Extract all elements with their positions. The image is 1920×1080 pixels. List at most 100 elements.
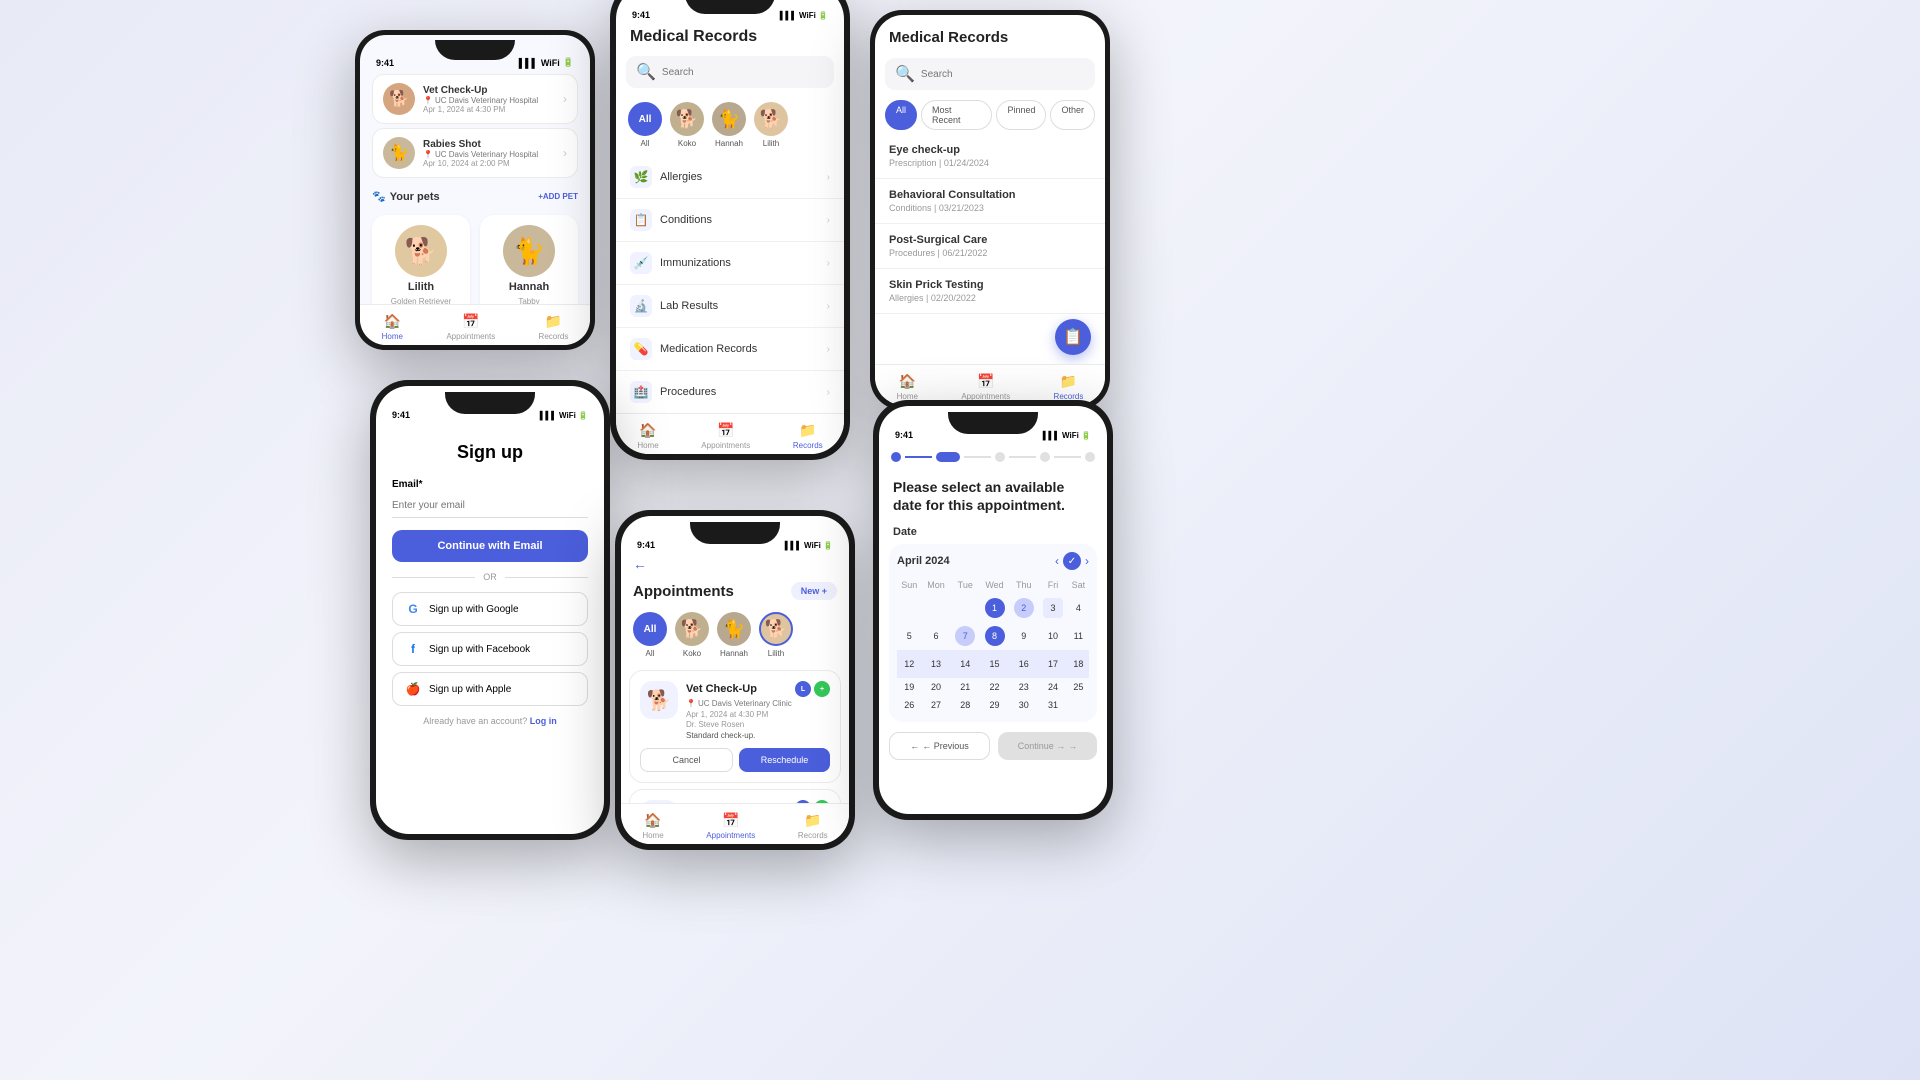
med-nav-home[interactable]: 🏠 Home bbox=[637, 422, 658, 450]
cal-day-4[interactable]: 4 bbox=[1068, 594, 1089, 622]
cal-day-7[interactable]: 7 bbox=[951, 622, 980, 650]
cal-day-5[interactable]: 5 bbox=[897, 622, 921, 650]
cat-lab[interactable]: 🔬 Lab Results › bbox=[616, 285, 844, 328]
records-search-input[interactable] bbox=[921, 69, 1085, 80]
cat-immunizations[interactable]: 💉 Immunizations › bbox=[616, 242, 844, 285]
appt-pet-lilith[interactable]: 🐕 Lilith bbox=[759, 612, 793, 658]
cal-day-26[interactable]: 26 bbox=[897, 696, 921, 714]
medical-search[interactable]: 🔍 bbox=[626, 56, 834, 88]
notch-medical bbox=[685, 0, 775, 14]
cal-day-23[interactable]: 23 bbox=[1009, 678, 1038, 696]
med-nav-records[interactable]: 📁 Records bbox=[793, 422, 823, 450]
continue-btn[interactable]: Continue → → bbox=[998, 732, 1097, 760]
rec-nav-records[interactable]: 📁 Records bbox=[1054, 373, 1084, 401]
cat-medication[interactable]: 💊 Medication Records › bbox=[616, 328, 844, 371]
nav-appts[interactable]: 📅 Appointments bbox=[446, 313, 495, 341]
cal-prev-btn[interactable]: ‹ bbox=[1055, 554, 1059, 568]
pet-card-lilith[interactable]: 🐕 Lilith Golden Retriever bbox=[372, 215, 470, 316]
cal-day-14[interactable]: 14 bbox=[951, 650, 980, 678]
cal-day-28[interactable]: 28 bbox=[951, 696, 980, 714]
appt-row-2[interactable]: 🐈 Rabies Shot 📍UC Davis Veterinary Hospi… bbox=[372, 128, 578, 178]
cal-day-3[interactable]: 3 bbox=[1038, 594, 1067, 622]
prev-icon: ← bbox=[910, 741, 919, 751]
all-circle: All bbox=[628, 102, 662, 136]
cal-day-12[interactable]: 12 bbox=[897, 650, 921, 678]
cal-day-24[interactable]: 24 bbox=[1038, 678, 1067, 696]
cal-day-13[interactable]: 13 bbox=[921, 650, 950, 678]
appt-row-1[interactable]: 🐕 Vet Check-Up 📍UC Davis Veterinary Hosp… bbox=[372, 74, 578, 124]
facebook-btn[interactable]: f Sign up with Facebook bbox=[392, 632, 588, 666]
rec-nav-appts[interactable]: 📅 Appointments bbox=[961, 373, 1010, 401]
cal-day-2[interactable]: 2 bbox=[1009, 594, 1038, 622]
appt-appts-icon: 📅 bbox=[722, 812, 739, 829]
nav-records[interactable]: 📁 Records bbox=[539, 313, 569, 341]
badge-green-1: + bbox=[814, 681, 830, 697]
login-link[interactable]: Log in bbox=[530, 716, 557, 726]
record-behavioral[interactable]: Behavioral Consultation Conditions | 03/… bbox=[875, 179, 1105, 224]
cat-procedures[interactable]: 🏥 Procedures › bbox=[616, 371, 844, 414]
appt-pet-hannah[interactable]: 🐈 Hannah bbox=[717, 612, 751, 658]
apple-btn[interactable]: 🍎 Sign up with Apple bbox=[392, 672, 588, 706]
medical-search-input[interactable] bbox=[662, 67, 824, 78]
cal-day-27[interactable]: 27 bbox=[921, 696, 950, 714]
cal-day-8[interactable]: 8 bbox=[980, 622, 1009, 650]
medical-title-wrap: Medical Records bbox=[616, 22, 844, 50]
cat-allergies[interactable]: 🌿 Allergies › bbox=[616, 156, 844, 199]
nav-home[interactable]: 🏠 Home bbox=[382, 313, 403, 341]
lab-label: Lab Results bbox=[660, 300, 718, 312]
appt-nav-records[interactable]: 📁 Records bbox=[798, 812, 828, 840]
appt-nav-appts[interactable]: 📅 Appointments bbox=[706, 812, 755, 840]
cal-day-6[interactable]: 6 bbox=[921, 622, 950, 650]
cal-day-18[interactable]: 18 bbox=[1068, 650, 1089, 678]
cal-next-btn[interactable]: › bbox=[1085, 554, 1089, 568]
record-skin[interactable]: Skin Prick Testing Allergies | 02/20/202… bbox=[875, 269, 1105, 314]
tab-pinned[interactable]: Pinned bbox=[996, 100, 1046, 130]
tab-other[interactable]: Other bbox=[1050, 100, 1095, 130]
new-btn[interactable]: New + bbox=[791, 582, 837, 600]
cat-conditions[interactable]: 📋 Conditions › bbox=[616, 199, 844, 242]
cal-day-22[interactable]: 22 bbox=[980, 678, 1009, 696]
add-pet-link[interactable]: +ADD PET bbox=[538, 192, 578, 201]
appts-status: ▌▌▌ WiFi 🔋 bbox=[785, 541, 833, 550]
cancel-btn-1[interactable]: Cancel bbox=[640, 748, 733, 772]
back-icon[interactable]: ← bbox=[633, 556, 647, 572]
tab-recent[interactable]: Most Recent bbox=[921, 100, 992, 130]
email-input[interactable] bbox=[392, 494, 588, 518]
pet-koko[interactable]: 🐕 Koko bbox=[670, 102, 704, 148]
cal-day-31[interactable]: 31 bbox=[1038, 696, 1067, 714]
cal-day-1[interactable]: 1 bbox=[980, 594, 1009, 622]
record-eye[interactable]: Eye check-up Prescription | 01/24/2024 bbox=[875, 134, 1105, 179]
prev-btn[interactable]: ← ← Previous bbox=[889, 732, 990, 760]
line-2 bbox=[964, 456, 991, 458]
cal-day-11[interactable]: 11 bbox=[1068, 622, 1089, 650]
cal-day-20[interactable]: 20 bbox=[921, 678, 950, 696]
appt-nav-home[interactable]: 🏠 Home bbox=[642, 812, 663, 840]
pet-card-hannah[interactable]: 🐈 Hannah Tabby bbox=[480, 215, 578, 316]
med-nav-appts[interactable]: 📅 Appointments bbox=[701, 422, 750, 450]
appt-pet-koko[interactable]: 🐕 Koko bbox=[675, 612, 709, 658]
pet-all[interactable]: All All bbox=[628, 102, 662, 148]
cal-day-19[interactable]: 19 bbox=[897, 678, 921, 696]
cal-day-16[interactable]: 16 bbox=[1009, 650, 1038, 678]
cal-week-3: 12 13 14 15 16 17 18 bbox=[897, 650, 1089, 678]
cal-day-15[interactable]: 15 bbox=[980, 650, 1009, 678]
record-surgical[interactable]: Post-Surgical Care Procedures | 06/21/20… bbox=[875, 224, 1105, 269]
cal-day-21[interactable]: 21 bbox=[951, 678, 980, 696]
google-btn[interactable]: G Sign up with Google bbox=[392, 592, 588, 626]
cal-day-17[interactable]: 17 bbox=[1038, 650, 1067, 678]
cal-day-30[interactable]: 30 bbox=[1009, 696, 1038, 714]
rec-nav-home[interactable]: 🏠 Home bbox=[897, 373, 918, 401]
appt-pet-all[interactable]: All All bbox=[633, 612, 667, 658]
pet-lilith[interactable]: 🐕 Lilith bbox=[754, 102, 788, 148]
cal-day-25[interactable]: 25 bbox=[1068, 678, 1089, 696]
records-nav: 🏠 Home 📅 Appointments 📁 Records bbox=[875, 364, 1105, 405]
records-search[interactable]: 🔍 bbox=[885, 58, 1095, 90]
cal-day-10[interactable]: 10 bbox=[1038, 622, 1067, 650]
fab-button[interactable]: 📋 bbox=[1055, 319, 1091, 355]
cal-day-29[interactable]: 29 bbox=[980, 696, 1009, 714]
reschedule-btn-1[interactable]: Reschedule bbox=[739, 748, 830, 772]
cal-day-9[interactable]: 9 bbox=[1009, 622, 1038, 650]
pet-hannah[interactable]: 🐈 Hannah bbox=[712, 102, 746, 148]
tab-all[interactable]: All bbox=[885, 100, 917, 130]
continue-email-btn[interactable]: Continue with Email bbox=[392, 530, 588, 562]
